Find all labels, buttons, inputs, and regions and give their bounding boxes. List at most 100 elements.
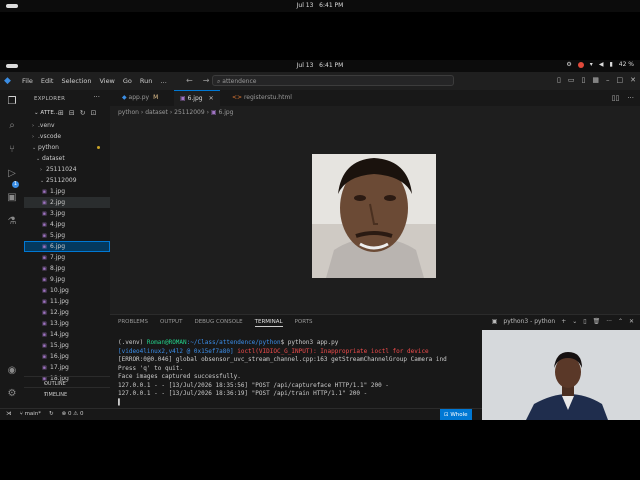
new-terminal-icon[interactable]: + [561,318,566,325]
tab-output[interactable]: OUTPUT [160,319,182,327]
customize-layout-icon[interactable]: ▦ [592,76,599,84]
menu-file[interactable]: File [22,77,33,85]
breadcrumb-item[interactable]: python [118,109,139,116]
tree-file-item[interactable]: ▣ 11.jpg [24,296,110,307]
file-label: 11.jpg [50,298,69,305]
terminal-actions: ▣ python3 - python + ⌄ ▯ 🗑 ··· ⌃ ✕ [492,318,634,325]
project-header[interactable]: ⌄ ATTE... ⊞ ⊟ ↻ ⊡ [24,108,110,119]
menu-edit[interactable]: Edit [41,77,54,85]
terminal-shell-label[interactable]: python3 - python [503,318,555,325]
command-text: $ python3 app.py [280,339,339,346]
tree-file-item[interactable]: ▣ 2.jpg [24,197,110,208]
breadcrumb-item[interactable]: 25112009 [174,109,205,116]
account-icon[interactable]: ◉ [6,365,18,377]
clock[interactable]: Jul 13 6:41 PM [0,2,640,9]
outline-section[interactable]: › OUTLINE [24,376,110,387]
sync-icon[interactable]: ↻ [49,411,54,417]
tree-folder-25111024[interactable]: › 25111024 [24,164,110,175]
terminal-output[interactable]: (.venv) Roman@ROMAN:~/Class/attendence/p… [118,339,478,407]
tree-file-item[interactable]: ▣ 17.jpg [24,362,110,373]
tree-file-item[interactable]: ▣ 5.jpg [24,230,110,241]
image-file-icon: ▣ [42,254,47,261]
more-icon[interactable]: … [160,77,167,85]
menu-selection[interactable]: Selection [61,77,91,85]
image-file-icon: ▣ [42,221,47,228]
toggle-sidebar-icon[interactable]: ▯ [557,76,561,84]
image-file-icon: ▣ [42,353,47,360]
tree-file-item[interactable]: ▣ 9.jpg [24,274,110,285]
problems-count[interactable]: ⊗ 0 ⚠ 0 [62,411,84,417]
tree-folder-python[interactable]: ⌄ python [24,142,110,153]
close-tab-icon[interactable]: ✕ [209,95,214,102]
split-editor-icon[interactable]: ▯▯ [612,94,620,102]
status-whole[interactable]: ⊡ Whole [440,409,472,420]
menu-go[interactable]: Go [123,77,132,85]
explorer-icon[interactable]: ❐ [6,96,18,108]
close-window-icon[interactable]: ✕ [630,76,636,84]
tree-file-item[interactable]: ▣ 14.jpg [24,329,110,340]
editor-more-icon[interactable]: ··· [627,94,634,102]
command-center-search[interactable]: ⌕ attendence [212,75,454,86]
breadcrumb-item[interactable]: 6.jpg [218,109,233,116]
menu-run[interactable]: Run [140,77,152,85]
toggle-panel-icon[interactable]: ▭ [568,76,575,84]
maximize-panel-icon[interactable]: ⌃ [618,318,623,325]
network-icon[interactable]: ▾ [590,61,593,68]
tree-file-item[interactable]: ▣ 8.jpg [24,263,110,274]
battery-icon[interactable]: ▮ [609,61,612,68]
tree-folder-venv[interactable]: › .venv [24,120,110,131]
close-panel-icon[interactable]: ✕ [629,318,634,325]
tree-folder-dataset[interactable]: ⌄ dataset [24,153,110,164]
tab-problems[interactable]: PROBLEMS [118,319,148,327]
remote-icon[interactable]: ⋊ [6,411,12,417]
explorer-more-icon[interactable]: ··· [93,93,100,101]
extensions-icon[interactable]: ▣ [6,192,18,204]
forward-arrow-icon[interactable]: → [203,76,210,85]
tree-file-item[interactable]: ▣ 16.jpg [24,351,110,362]
new-file-icon[interactable]: ⊞ [58,109,64,117]
new-folder-icon[interactable]: ⊟ [69,109,75,117]
tab-registerstu-html[interactable]: <> registerstu.html [226,90,298,106]
tree-file-item[interactable]: ▣ 13.jpg [24,318,110,329]
tab-debug-console[interactable]: DEBUG CONSOLE [194,319,242,327]
terminal-dropdown-icon[interactable]: ⌄ [572,318,577,325]
collapse-all-icon[interactable]: ⊡ [91,109,97,117]
tree-file-item[interactable]: ▣ 12.jpg [24,307,110,318]
tree-file-item[interactable]: ▣ 3.jpg [24,208,110,219]
file-label: 1.jpg [50,188,66,195]
tab-ports[interactable]: PORTS [295,319,313,327]
panel-more-icon[interactable]: ··· [606,318,612,325]
breadcrumb-item[interactable]: dataset [145,109,168,116]
back-arrow-icon[interactable]: ← [186,76,193,85]
settings-icon[interactable]: ⚙ [566,61,571,68]
maximize-icon[interactable]: □ [617,76,624,84]
tab-app-py[interactable]: ◆ app.py M [116,90,164,106]
testing-icon[interactable]: ⚗ [6,216,18,228]
file-label: 7.jpg [50,254,66,261]
toggle-secondary-sidebar-icon[interactable]: ▯ [582,76,586,84]
tree-file-item[interactable]: ▣ 6.jpg [24,241,110,252]
tree-folder-vscode[interactable]: › .vscode [24,131,110,142]
source-control-icon[interactable]: ⑂ [6,144,18,156]
split-terminal-icon[interactable]: ▯ [583,318,586,325]
folder-label: 25112009 [46,177,77,184]
tree-file-item[interactable]: ▣ 15.jpg [24,340,110,351]
search-view-icon[interactable]: ⌕ [6,120,18,132]
run-debug-icon[interactable]: ▷ [6,168,18,180]
branch-item[interactable]: ⑂ main* [20,411,42,417]
refresh-icon[interactable]: ↻ [80,109,86,117]
minimize-icon[interactable]: – [606,76,610,84]
tab-terminal[interactable]: TERMINAL [254,319,283,327]
volume-icon[interactable]: ◀ [599,61,604,68]
manage-gear-icon[interactable]: ⚙ [6,388,18,400]
tab-6-jpg[interactable]: ▣ 6.jpg ✕ [174,90,220,106]
timeline-section[interactable]: › TIMELINE [24,387,110,398]
tree-folder-25112009[interactable]: ⌄ 25112009 [24,175,110,186]
record-icon[interactable] [577,61,584,68]
menu-view[interactable]: View [99,77,114,85]
tree-file-item[interactable]: ▣ 7.jpg [24,252,110,263]
kill-terminal-icon[interactable]: 🗑 [593,318,601,325]
tree-file-item[interactable]: ▣ 1.jpg [24,186,110,197]
tree-file-item[interactable]: ▣ 10.jpg [24,285,110,296]
tree-file-item[interactable]: ▣ 4.jpg [24,219,110,230]
